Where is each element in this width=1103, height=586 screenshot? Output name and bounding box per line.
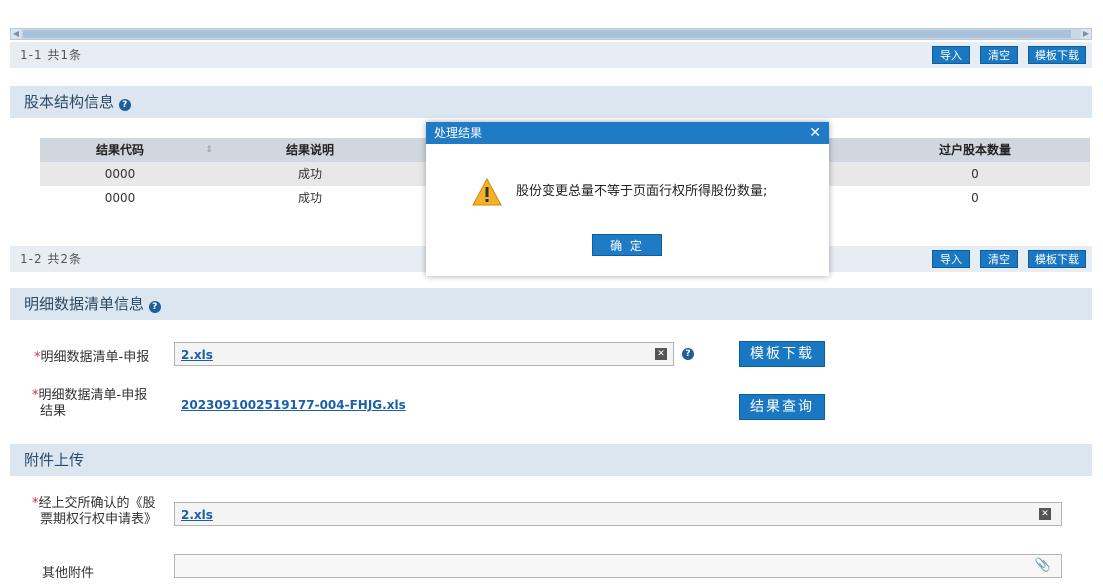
column-header-qty[interactable]: 过户股本数量 — [860, 138, 1090, 162]
confirm-button[interactable]: 确 定 — [592, 234, 662, 256]
column-header-desc[interactable]: 结果说明 — [220, 138, 400, 162]
delete-file-icon[interactable]: ✕ — [1039, 508, 1051, 520]
attach-section-header: 附件上传 — [10, 444, 1092, 476]
dialog-title: 处理结果 — [434, 126, 483, 140]
result-query-button[interactable]: 结果查询 — [739, 394, 825, 420]
scrollbar-thumb[interactable] — [23, 30, 1071, 38]
dialog-header: 处理结果 ✕ — [426, 122, 829, 144]
clear-button[interactable]: 清空 — [980, 46, 1018, 64]
field-label: *明细数据清单-申报 — [34, 346, 149, 365]
detail-section-header: 明细数据清单信息 ? — [10, 288, 1092, 320]
sort-icon[interactable]: ⇕ — [204, 138, 214, 162]
file-input[interactable]: 2.xls ✕ — [174, 502, 1062, 526]
field-label-text: 结果 — [40, 404, 67, 419]
equity-section-header: 股本结构信息 ? — [10, 86, 1092, 118]
template-download-button[interactable]: 模板下载 — [739, 341, 825, 367]
file-link[interactable]: 2.xls — [181, 508, 213, 522]
result-file-link[interactable]: 2023091002519177-004-FHJG.xls — [181, 398, 406, 412]
close-icon[interactable]: ✕ — [809, 122, 821, 144]
equity-pager-text: 1-2 共2条 — [20, 252, 83, 266]
cell-code: 0000 — [104, 191, 136, 205]
field-label: 其他附件 — [42, 566, 95, 581]
field-label: *经上交所确认的《股 票期权行权申请表》 — [32, 496, 157, 528]
import-button[interactable]: 导入 — [932, 46, 970, 64]
top-pager-text: 1-1 共1条 — [20, 48, 83, 62]
cell-desc: 成功 — [297, 191, 322, 205]
file-input[interactable]: 2.xls ✕ — [174, 342, 674, 366]
field-label-text: 票期权行权申请表》 — [40, 512, 158, 527]
horizontal-scrollbar[interactable]: ◀ ▶ — [10, 28, 1092, 40]
section-title: 股本结构信息 ? — [24, 86, 131, 118]
warning-icon — [472, 178, 502, 206]
detail-section-title-text: 明细数据清单信息 — [24, 295, 145, 313]
column-label: 结果说明 — [285, 143, 334, 157]
dialog-message: 股份变更总量不等于页面行权所得股份数量; — [516, 184, 768, 199]
field-label-text: 明细数据清单-申报 — [38, 388, 148, 403]
question-circle-icon[interactable]: ? — [148, 301, 161, 313]
import-button[interactable]: 导入 — [932, 250, 970, 268]
paperclip-icon[interactable]: 📎 — [1035, 558, 1051, 573]
equity-section-title-text: 股本结构信息 — [24, 93, 115, 111]
result-dialog: 处理结果 ✕ 股份变更总量不等于页面行权所得股份数量; 确 定 — [426, 122, 829, 276]
top-pager-bar — [10, 42, 1092, 68]
template-download-button[interactable]: 模板下载 — [1028, 250, 1086, 268]
column-label: 过户股本数量 — [938, 143, 1011, 157]
delete-file-icon[interactable]: ✕ — [655, 348, 667, 360]
cell-code: 0000 — [104, 167, 136, 181]
cell-desc: 成功 — [297, 167, 322, 181]
scroll-left-icon[interactable]: ◀ — [11, 29, 21, 39]
field-label: *明细数据清单-申报 结果 — [32, 388, 147, 420]
question-circle-icon[interactable]: ? — [118, 99, 131, 111]
section-title: 附件上传 — [24, 451, 85, 469]
field-label-text: 明细数据清单-申报 — [40, 350, 150, 365]
cell-qty: 0 — [971, 167, 979, 181]
column-header-code[interactable]: 结果代码 — [40, 138, 200, 162]
template-download-button[interactable]: 模板下载 — [1028, 46, 1086, 64]
scroll-right-icon[interactable]: ▶ — [1081, 29, 1091, 39]
file-link[interactable]: 2.xls — [181, 348, 213, 362]
question-circle-icon[interactable]: ? — [682, 348, 694, 360]
clear-button[interactable]: 清空 — [980, 250, 1018, 268]
field-label-text: 经上交所确认的《股 — [38, 496, 156, 511]
file-input[interactable]: 📎 — [174, 554, 1062, 578]
section-title: 明细数据清单信息 ? — [24, 288, 161, 320]
cell-qty: 0 — [971, 191, 979, 205]
column-label: 结果代码 — [95, 143, 144, 157]
